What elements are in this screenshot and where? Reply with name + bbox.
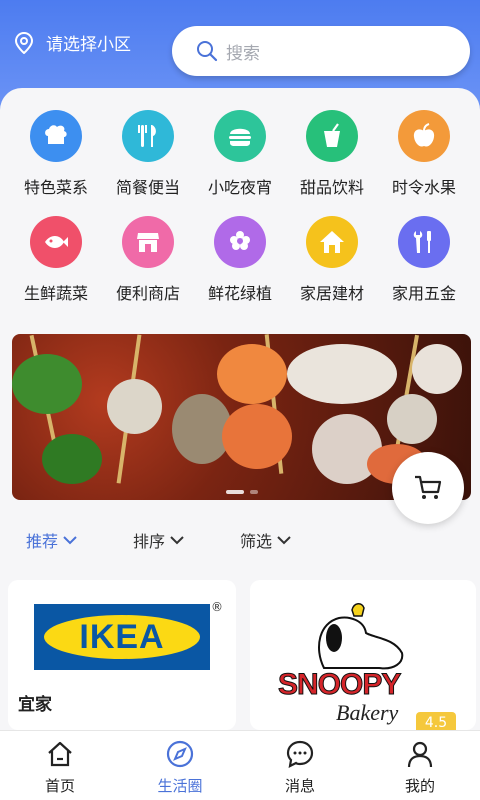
- banner-squid: [287, 344, 397, 404]
- banner-dot[interactable]: [225, 490, 244, 494]
- category-item[interactable]: 家用五金: [378, 216, 470, 304]
- category-icon-bg: [214, 110, 266, 162]
- home-icon: [48, 741, 72, 767]
- category-label: 时令水果: [391, 178, 456, 197]
- banner-shrimp: [222, 404, 292, 469]
- tools-icon: [413, 231, 431, 253]
- banner-broccoli: [42, 434, 102, 484]
- drink-icon: [324, 123, 340, 147]
- shop-name: 宜家: [18, 695, 52, 715]
- chef-hat-icon: [45, 125, 67, 144]
- category-icon-bg: [306, 110, 358, 162]
- filter-screen[interactable]: 筛选: [240, 528, 292, 552]
- ikea-logo: IKEA: [34, 604, 210, 670]
- user-icon: [407, 741, 433, 768]
- banner-greens: [12, 354, 82, 414]
- bottom-tab-bar: 首页 生活圈 消息 我的: [0, 730, 480, 800]
- tab-label: 生活圈: [157, 777, 203, 795]
- banner-ball: [412, 344, 462, 394]
- location-selector[interactable]: 请选择小区: [14, 30, 131, 55]
- burger-icon: [229, 128, 251, 146]
- banner-shrimp: [217, 344, 287, 404]
- banner-pagination: [225, 490, 258, 494]
- filter-label: 排序: [133, 532, 166, 551]
- ikea-logo-oval: IKEA: [44, 615, 200, 659]
- banner-ball: [387, 394, 437, 444]
- tab-label: 首页: [44, 777, 75, 795]
- category-item[interactable]: 简餐便当: [102, 110, 194, 198]
- category-icon-bg: [398, 110, 450, 162]
- category-label: 特色菜系: [23, 178, 88, 197]
- category-label: 便利商店: [115, 284, 180, 303]
- fork-knife-icon: [138, 125, 156, 147]
- search-icon: [197, 41, 218, 62]
- filter-label: 推荐: [26, 532, 59, 551]
- category-label: 生鲜蔬菜: [23, 284, 88, 303]
- category-item[interactable]: 便利商店: [102, 216, 194, 304]
- filter-recommend[interactable]: 推荐: [26, 528, 78, 552]
- registered-mark: ®: [211, 600, 223, 614]
- flower-icon: [230, 231, 250, 250]
- category-icon-bg: [122, 216, 174, 268]
- category-label: 甜品饮料: [299, 178, 364, 197]
- category-label: 小吃夜宵: [207, 178, 272, 197]
- bakery-text: Bakery: [336, 700, 399, 725]
- compass-icon: [166, 740, 194, 768]
- snoopy-logo-text: SNOOPY: [277, 668, 401, 702]
- chevron-down-icon: [63, 536, 77, 545]
- filter-bar: 推荐 排序 筛选: [0, 528, 480, 554]
- category-icon-bg: [398, 216, 450, 268]
- category-label: 简餐便当: [115, 178, 180, 197]
- tab-mine[interactable]: 我的: [360, 731, 480, 800]
- tab-label: 消息: [284, 777, 315, 795]
- chat-icon: [286, 740, 314, 768]
- banner-dot[interactable]: [249, 490, 258, 494]
- shopping-cart-icon: [415, 475, 442, 499]
- category-label: 家居建材: [299, 284, 364, 303]
- category-item[interactable]: 甜品饮料: [286, 110, 378, 198]
- search-bar[interactable]: 搜索: [172, 26, 470, 76]
- filter-sort[interactable]: 排序: [133, 528, 185, 552]
- filter-label: 筛选: [240, 532, 273, 551]
- category-icon-bg: [30, 110, 82, 162]
- category-item[interactable]: 生鲜蔬菜: [10, 216, 102, 304]
- location-pin-icon: [14, 31, 34, 54]
- category-icon-bg: [30, 216, 82, 268]
- cart-button[interactable]: [392, 452, 464, 524]
- search-placeholder: 搜索: [226, 43, 260, 64]
- fish-icon: [45, 236, 68, 248]
- category-grid: 特色菜系 简餐便当 小吃夜宵 甜品饮料 时令水果 生鲜蔬菜 便利商店 鲜花绿植 …: [10, 110, 470, 304]
- store-icon: [137, 233, 159, 252]
- tab-messages[interactable]: 消息: [240, 731, 360, 800]
- category-item[interactable]: 鲜花绿植: [194, 216, 286, 304]
- category-icon-bg: [122, 110, 174, 162]
- category-label: 家用五金: [391, 284, 456, 303]
- rating-badge: 4.5: [416, 712, 456, 730]
- category-item[interactable]: 特色菜系: [10, 110, 102, 198]
- chevron-down-icon: [277, 536, 291, 545]
- shop-card[interactable]: SNOOPY Bakery 4.5: [250, 580, 476, 730]
- apple-icon: [413, 123, 435, 147]
- ikea-logo-text: IKEA: [79, 617, 165, 656]
- location-label: 请选择小区: [46, 35, 131, 55]
- category-item[interactable]: 小吃夜宵: [194, 110, 286, 198]
- category-item[interactable]: 家居建材: [286, 216, 378, 304]
- category-icon-bg: [306, 216, 358, 268]
- banner-ball: [107, 379, 162, 434]
- tab-label: 我的: [404, 777, 435, 795]
- house-icon: [320, 231, 344, 253]
- tab-life-circle[interactable]: 生活圈: [120, 731, 240, 800]
- category-label: 鲜花绿植: [207, 284, 272, 303]
- tab-home[interactable]: 首页: [0, 731, 120, 800]
- category-item[interactable]: 时令水果: [378, 110, 470, 198]
- shop-card[interactable]: IKEA ® 宜家: [8, 580, 236, 730]
- snoopy-illustration: [318, 603, 404, 670]
- chevron-down-icon: [170, 536, 184, 545]
- category-icon-bg: [214, 216, 266, 268]
